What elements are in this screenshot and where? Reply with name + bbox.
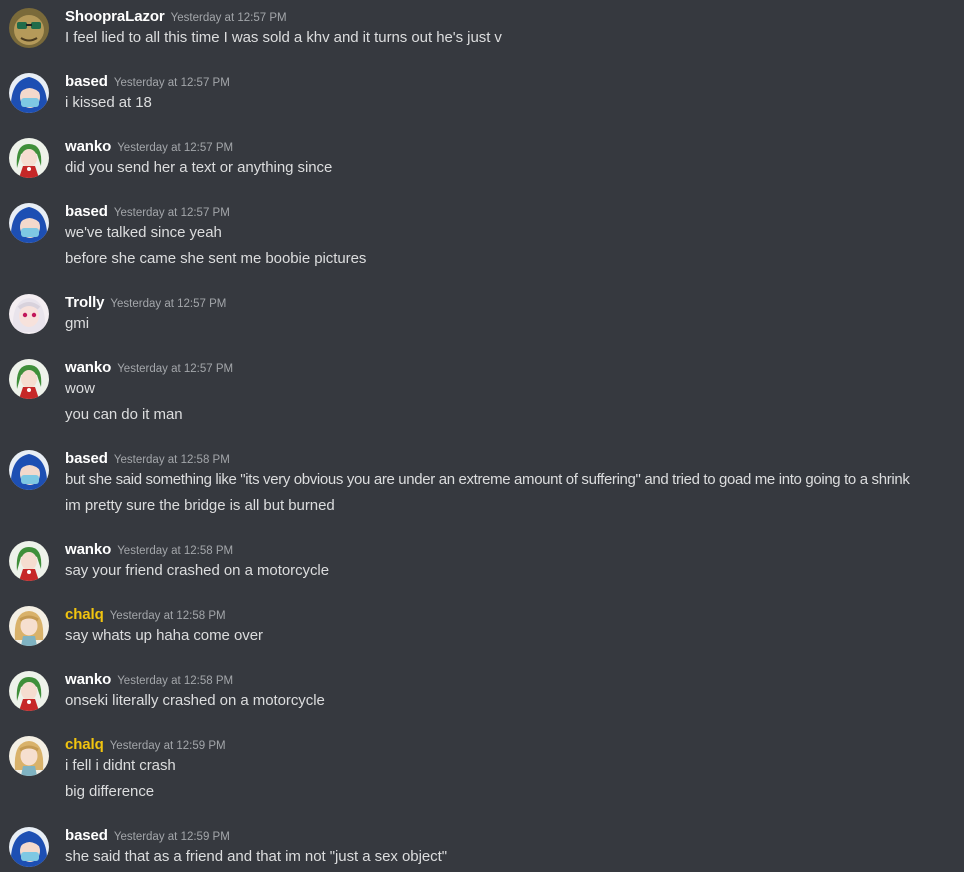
message-text: say whats up haha come over	[65, 627, 263, 644]
username[interactable]: wanko	[65, 138, 111, 155]
green-hair-avatar-icon[interactable]	[9, 359, 49, 399]
message-header: wanko Yesterday at 12:58 PM	[65, 671, 233, 691]
timestamp: Yesterday at 12:58 PM	[113, 454, 230, 466]
message-text: she said that as a friend and that im no…	[65, 848, 447, 865]
username[interactable]: chalq	[65, 736, 104, 753]
message-text: we've talked since yeah	[65, 224, 222, 241]
sunglasses-avatar-icon[interactable]	[9, 8, 49, 48]
timestamp: Yesterday at 12:58 PM	[117, 545, 234, 557]
timestamp: Yesterday at 12:57 PM	[110, 298, 227, 310]
message-text: say your friend crashed on a motorcycle	[65, 562, 330, 579]
timestamp: Yesterday at 12:57 PM	[113, 77, 230, 89]
green-hair-avatar-icon[interactable]	[9, 671, 49, 711]
message-text: big difference	[65, 783, 155, 800]
green-hair-avatar-icon[interactable]	[9, 541, 49, 581]
blonde-avatar-icon[interactable]	[9, 736, 49, 776]
message-text: onseki literally crashed on a motorcycle	[65, 692, 325, 709]
timestamp: Yesterday at 12:58 PM	[109, 610, 226, 622]
timestamp: Yesterday at 12:57 PM	[170, 12, 287, 24]
username[interactable]: based	[65, 73, 108, 90]
message-text: I feel lied to all this time I was sold …	[65, 29, 502, 46]
message-header: chalq Yesterday at 12:59 PM	[65, 736, 226, 756]
username[interactable]: chalq	[65, 606, 104, 623]
message-header: chalq Yesterday at 12:58 PM	[65, 606, 226, 626]
timestamp: Yesterday at 12:59 PM	[109, 740, 226, 752]
message-header: wanko Yesterday at 12:58 PM	[65, 541, 233, 561]
message-text: i fell i didnt crash	[65, 757, 176, 774]
blue-hair-avatar-icon[interactable]	[9, 450, 49, 490]
message-header: Trolly Yesterday at 12:57 PM	[65, 294, 226, 314]
green-hair-avatar-icon[interactable]	[9, 138, 49, 178]
white-hair-avatar-icon[interactable]	[9, 294, 49, 334]
chat-message-list: ShoopraLazor Yesterday at 12:57 PM I feel…	[0, 0, 964, 872]
username[interactable]: wanko	[65, 359, 111, 376]
username[interactable]: based	[65, 827, 108, 844]
message-text: gmi	[65, 315, 90, 332]
timestamp: Yesterday at 12:57 PM	[117, 363, 234, 375]
username[interactable]: wanko	[65, 671, 111, 688]
message-text: but she said something like "its very ob…	[65, 471, 910, 488]
blue-hair-avatar-icon[interactable]	[9, 827, 49, 867]
timestamp: Yesterday at 12:58 PM	[117, 675, 234, 687]
username[interactable]: ShoopraLazor	[65, 8, 165, 25]
message-header: based Yesterday at 12:58 PM	[65, 450, 230, 470]
message-text: did you send her a text or anything sinc…	[65, 159, 333, 176]
message-header: based Yesterday at 12:57 PM	[65, 203, 230, 223]
blonde-avatar-icon[interactable]	[9, 606, 49, 646]
username[interactable]: based	[65, 450, 108, 467]
message-header: wanko Yesterday at 12:57 PM	[65, 359, 233, 379]
timestamp: Yesterday at 12:57 PM	[113, 207, 230, 219]
timestamp: Yesterday at 12:57 PM	[117, 142, 234, 154]
message-header: wanko Yesterday at 12:57 PM	[65, 138, 233, 158]
username[interactable]: Trolly	[65, 294, 105, 311]
message-text: im pretty sure the bridge is all but bur…	[65, 497, 335, 514]
message-text: wow	[65, 380, 95, 397]
blue-hair-avatar-icon[interactable]	[9, 203, 49, 243]
message-header: based Yesterday at 12:59 PM	[65, 827, 230, 847]
message-header: ShoopraLazor Yesterday at 12:57 PM	[65, 8, 287, 28]
username[interactable]: based	[65, 203, 108, 220]
message-header: based Yesterday at 12:57 PM	[65, 73, 230, 93]
blue-hair-avatar-icon[interactable]	[9, 73, 49, 113]
username[interactable]: wanko	[65, 541, 111, 558]
message-text: i kissed at 18	[65, 94, 152, 111]
timestamp: Yesterday at 12:59 PM	[113, 831, 230, 843]
message-text: you can do it man	[65, 406, 183, 423]
message-text: before she came she sent me boobie pictu…	[65, 250, 367, 267]
